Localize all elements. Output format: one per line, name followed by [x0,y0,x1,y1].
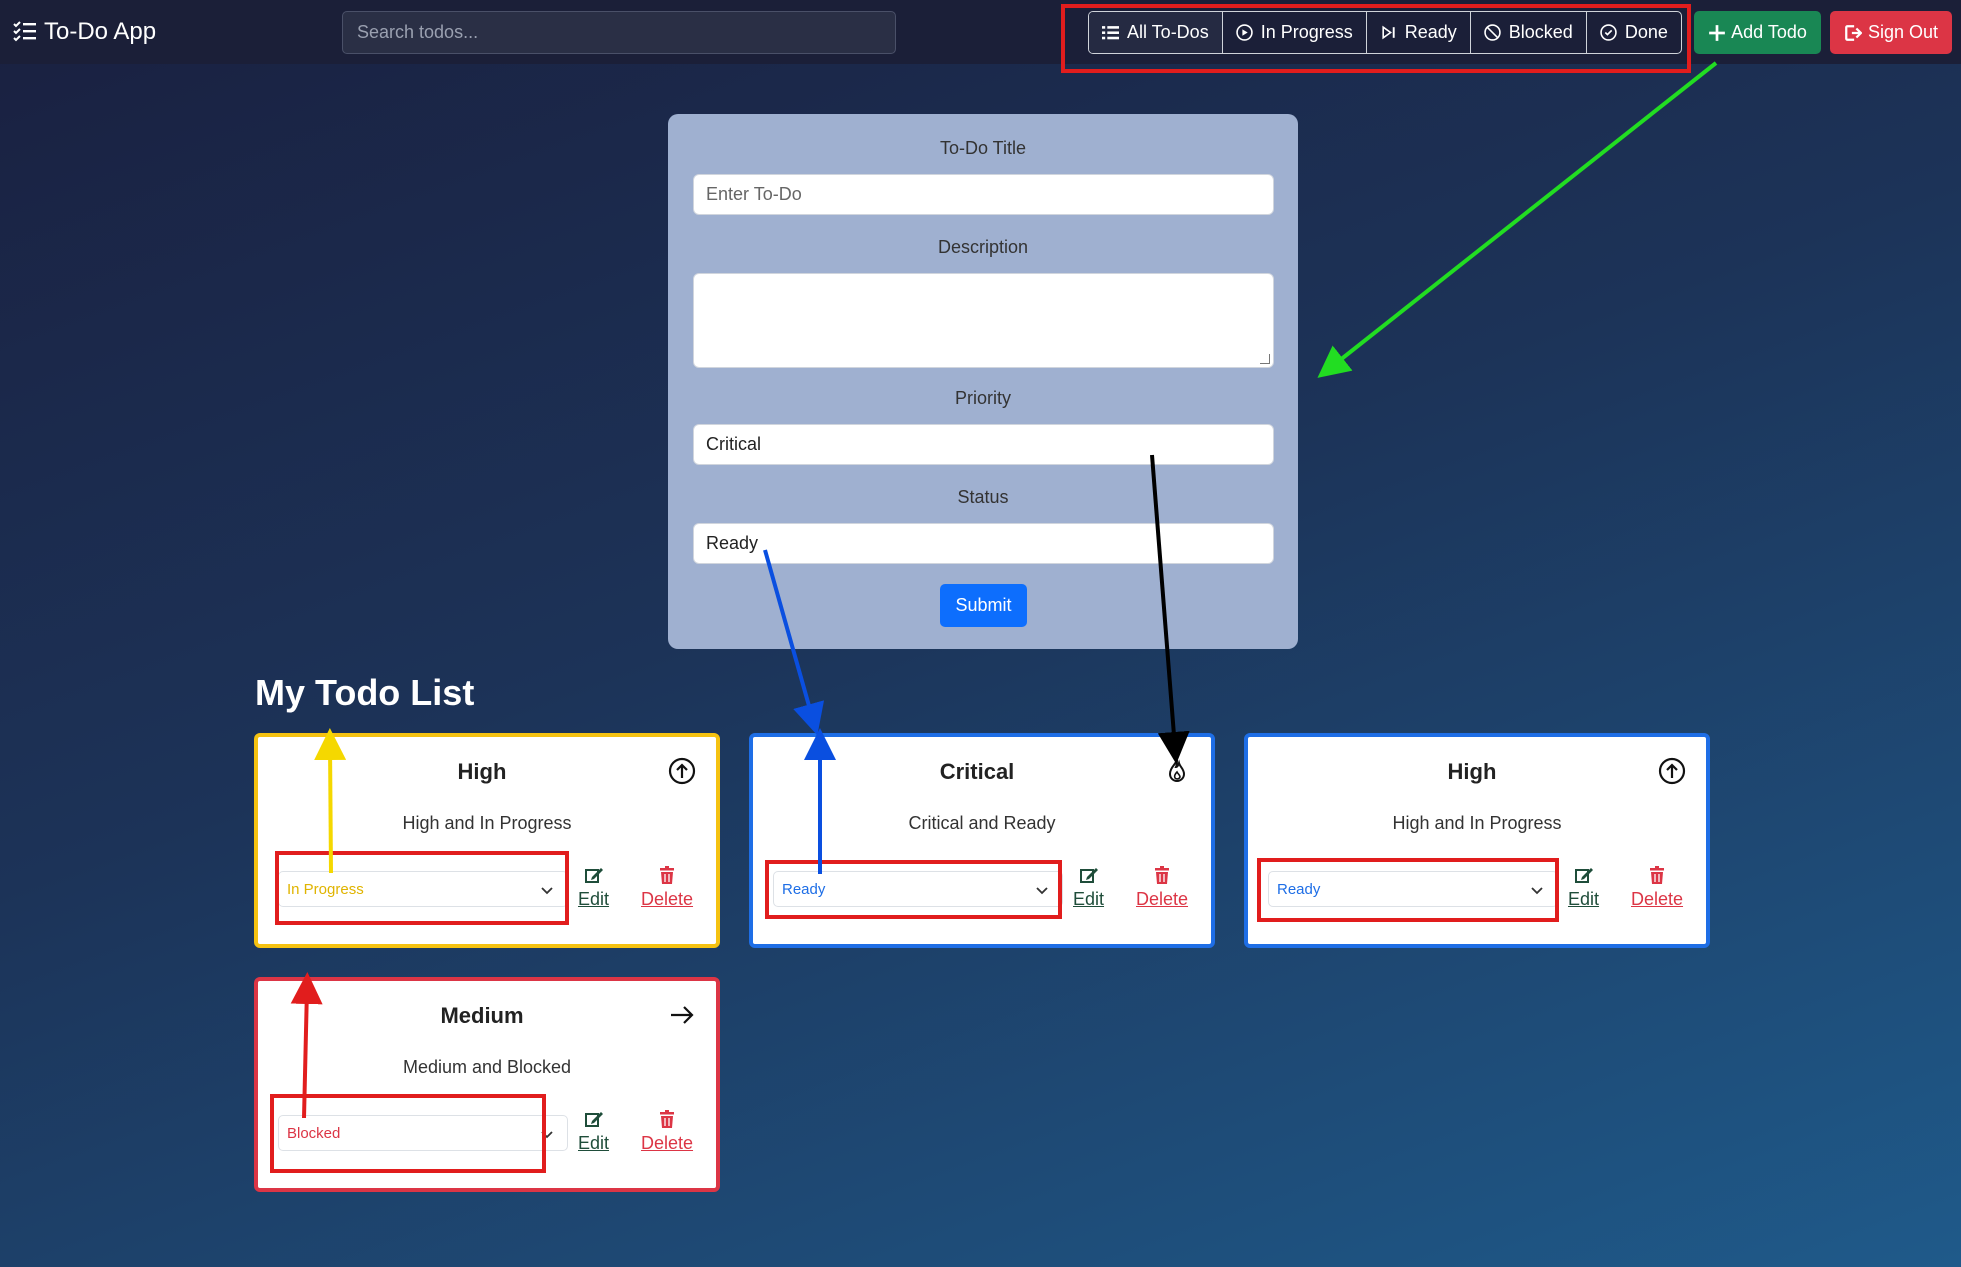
brand-name: To-Do App [44,18,157,45]
trash-icon [1155,866,1170,884]
card-priority: Medium [440,1003,524,1028]
fire-icon [1168,759,1186,782]
plus-icon [1709,24,1725,41]
chevron-down-icon [541,1131,553,1139]
edit-icon [584,868,603,883]
filter-in-progress[interactable]: In Progress [1223,12,1367,53]
description-label: Description [937,237,1029,257]
delete-label: Delete [641,889,694,909]
arrow-right-icon [671,1006,694,1024]
status-select-value: Ready [1277,880,1321,898]
edit-label: Edit [1568,889,1600,909]
add-todo-label: Add Todo [1731,22,1807,42]
status-select[interactable]: Blocked [278,1115,568,1151]
edit-button[interactable]: Edit [1073,865,1104,910]
filter-all-todos[interactable]: All To-Dos [1089,12,1223,53]
status-select-value: Ready [782,880,826,898]
delete-button[interactable]: Delete [641,865,693,910]
trash-icon [660,1110,675,1128]
trash-icon [660,866,675,884]
todo-card: High High and In Progress In Progress Ed… [254,733,720,948]
delete-button[interactable]: Delete [1631,865,1683,910]
todo-form: To-Do Title Enter To-Do Description Prio… [668,114,1298,649]
trash-icon [1650,866,1665,884]
todo-card: Critical Critical and Ready Ready Edit D… [749,733,1215,948]
arrow-up-circle-icon [668,757,696,785]
navbar: To-Do App All To-Dos In Progress Ready B… [0,0,1961,64]
todo-card: High High and In Progress Ready Edit Del… [1244,733,1710,948]
slash-circle-icon [1484,24,1501,41]
add-todo-button[interactable]: Add Todo [1694,11,1821,54]
sign-out-icon [1845,24,1862,41]
delete-label: Delete [1136,889,1189,909]
card-priority: High [457,759,507,784]
filter-blocked[interactable]: Blocked [1471,12,1587,53]
submit-button[interactable]: Submit [940,584,1027,627]
delete-label: Delete [1631,889,1684,909]
todo-card: Medium Medium and Blocked Blocked Edit D… [254,977,720,1192]
delete-button[interactable]: Delete [1136,865,1188,910]
edit-label: Edit [1073,889,1105,909]
status-select-value: Blocked [287,1124,341,1142]
card-description: High and In Progress [1392,813,1562,833]
edit-label: Edit [578,1133,610,1153]
status-select[interactable]: In Progress [278,871,568,907]
chevron-down-icon [541,887,553,895]
skip-end-icon [1382,25,1395,40]
search-input[interactable] [342,11,896,54]
play-circle-icon [1235,24,1253,41]
priority-value: Critical [706,434,762,454]
list-title: My Todo List [255,672,475,713]
resize-handle[interactable] [1260,354,1270,364]
edit-button[interactable]: Edit [578,1109,609,1154]
delete-button[interactable]: Delete [641,1109,693,1154]
filter-group: All To-Dos In Progress Ready Blocked Don… [1088,11,1682,54]
priority-label: Priority [954,388,1011,408]
title-label: To-Do Title [939,138,1027,158]
filter-label: Blocked [1508,22,1573,42]
filter-ready[interactable]: Ready [1367,12,1471,53]
card-priority: High [1447,759,1497,784]
card-description: High and In Progress [402,813,572,833]
description-textarea[interactable] [693,273,1274,368]
edit-icon [1079,868,1098,883]
sign-out-button[interactable]: Sign Out [1830,11,1952,54]
check-circle-icon [1600,24,1617,41]
title-input[interactable]: Enter To-Do [693,174,1274,215]
filter-done[interactable]: Done [1587,12,1681,53]
annotation-arrow-green [1317,61,1718,378]
card-description: Critical and Ready [908,813,1056,833]
title-placeholder: Enter To-Do [706,184,802,204]
chevron-down-icon [1036,887,1048,895]
list-check-icon [13,21,36,42]
status-select[interactable]: Ready [773,871,1063,907]
brand[interactable]: To-Do App [12,18,156,46]
edit-icon [1574,868,1593,883]
filter-label: All To-Dos [1127,22,1209,42]
edit-icon [584,1112,603,1127]
edit-label: Edit [578,889,610,909]
status-select-value: In Progress [287,880,364,898]
status-label: Status [957,487,1009,507]
priority-input[interactable]: Critical [693,424,1274,465]
edit-button[interactable]: Edit [1568,865,1599,910]
list-icon [1102,26,1119,40]
card-description: Medium and Blocked [402,1057,572,1077]
edit-button[interactable]: Edit [578,865,609,910]
filter-label: Ready [1404,22,1457,42]
status-value: Ready [706,533,759,553]
arrow-up-circle-icon [1658,757,1686,785]
filter-label: Done [1624,22,1668,42]
filter-label: In Progress [1260,22,1353,42]
chevron-down-icon [1531,887,1543,895]
status-select[interactable]: Ready [1268,871,1558,907]
status-input[interactable]: Ready [693,523,1274,564]
sign-out-label: Sign Out [1867,22,1939,42]
card-priority: Critical [939,759,1015,784]
delete-label: Delete [641,1133,694,1153]
